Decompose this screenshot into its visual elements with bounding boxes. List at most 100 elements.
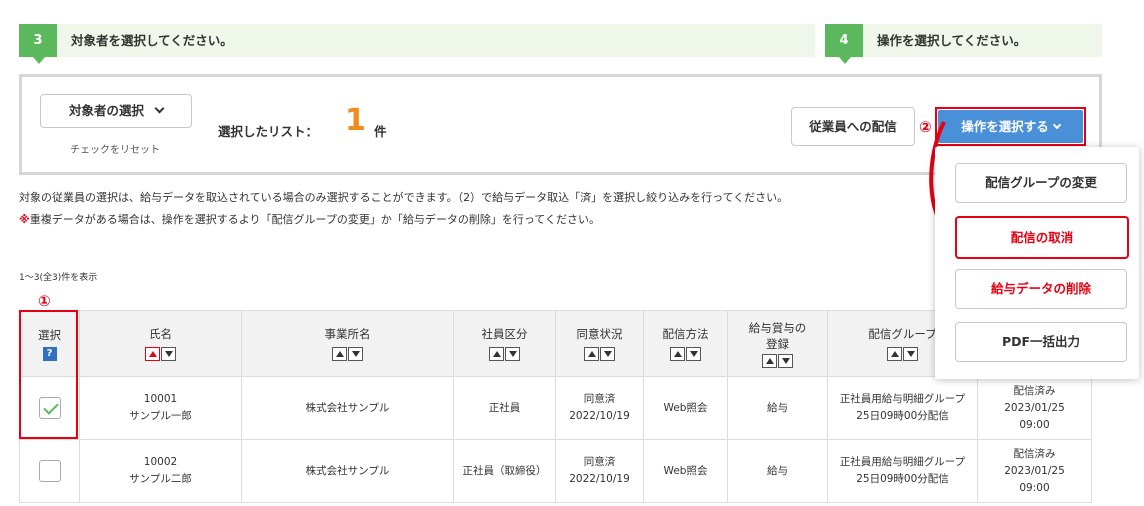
selected-count: 1 <box>345 103 366 138</box>
result-range: 1～3(全3)件を表示 <box>19 273 98 283</box>
sort-controls <box>80 347 241 361</box>
cell-group: 正社員用給与明細グループ 25日09時00分配信 <box>827 376 978 440</box>
group-name: 正社員用給与明細グループ <box>839 456 966 468</box>
header-name-label: 氏名 <box>149 327 172 341</box>
cell-office: 株式会社サンプル <box>241 439 454 503</box>
selected-list-label: 選択したリスト： <box>218 124 319 139</box>
reset-check-link[interactable]: チェックをリセット <box>70 141 160 156</box>
header-registration-line2: 登録 <box>766 336 789 351</box>
select-target-button[interactable]: 対象者の選択 <box>40 94 192 128</box>
cell-office: 株式会社サンプル <box>241 376 454 440</box>
header-consent: 同意状況 <box>555 310 644 377</box>
status-label: 配信済み <box>1013 384 1056 397</box>
cell-status: 配信済み 2023/01/25 09:00 <box>977 439 1092 503</box>
cell-consent: 同意済 2022/10/19 <box>555 376 644 440</box>
status-time: 09:00 <box>1019 481 1050 494</box>
step-3-number: 3 <box>19 24 57 64</box>
cell-method: Web照会 <box>643 439 728 503</box>
sort-asc-icon[interactable] <box>762 353 777 368</box>
note-mark: ※ <box>19 213 30 226</box>
operation-menu: 配信グループの変更 配信の取消 給与データの削除 PDF一括出力 <box>935 147 1139 379</box>
header-name: 氏名 <box>79 310 242 377</box>
employee-table: 選択 ? 氏名 事業所名 社員区分 同意状況 配信方法 給与賞与の 登録 配信グ… <box>19 310 1092 503</box>
sort-asc-icon[interactable] <box>584 347 599 361</box>
cell-consent: 同意済 2022/10/19 <box>555 439 644 503</box>
status-time: 09:00 <box>1019 418 1050 431</box>
sort-desc-icon[interactable] <box>348 347 363 361</box>
step-4-bar: 4 操作を選択してください。 <box>825 24 1102 64</box>
sort-asc-icon[interactable] <box>489 347 504 361</box>
note-line-2: ※重複データがある場合は、操作を選択するより「配信グループの変更」か「給与データ… <box>19 211 600 227</box>
consent-date: 2022/10/19 <box>569 473 630 485</box>
sort-controls <box>728 353 827 368</box>
header-type-label: 社員区分 <box>481 327 528 341</box>
sort-asc-icon[interactable] <box>145 347 160 361</box>
group-name: 正社員用給与明細グループ <box>839 393 966 405</box>
employee-id: 10002 <box>143 456 178 468</box>
table-row: 10001 サンプル一郎 株式会社サンプル 正社員 同意済 2022/10/19 W… <box>19 376 1092 440</box>
employee-name: サンプル一郎 <box>129 410 192 422</box>
consent-date: 2022/10/19 <box>569 410 630 422</box>
header-method: 配信方法 <box>643 310 728 377</box>
cell-registration: 給与 <box>727 376 828 440</box>
cell-type: 正社員（取締役） <box>453 439 556 503</box>
step-4-number: 4 <box>825 24 863 64</box>
annotation-marker-1: ① <box>38 292 51 310</box>
consent-status: 同意済 <box>583 393 616 405</box>
sort-desc-icon[interactable] <box>161 347 176 361</box>
sort-asc-icon[interactable] <box>332 347 347 361</box>
chevron-down-icon <box>1052 120 1061 130</box>
cell-registration: 給与 <box>727 439 828 503</box>
status-label: 配信済み <box>1013 447 1056 460</box>
header-office-label: 事業所名 <box>324 327 371 341</box>
selected-unit: 件 <box>374 124 387 139</box>
sort-desc-icon[interactable] <box>505 347 520 361</box>
group-schedule: 25日09時00分配信 <box>856 410 949 422</box>
cell-name: 10002 サンプル二郎 <box>79 439 242 503</box>
header-method-label: 配信方法 <box>662 327 709 341</box>
cell-method: Web照会 <box>643 376 728 440</box>
cell-group: 正社員用給与明細グループ 25日09時00分配信 <box>827 439 978 503</box>
note-line-2-text: 重複データがある場合は、操作を選択するより「配信グループの変更」か「給与データの… <box>29 213 600 226</box>
sort-desc-icon[interactable] <box>686 347 701 361</box>
select-target-label: 対象者の選択 <box>68 103 144 118</box>
table-row: 10002 サンプル二郎 株式会社サンプル 正社員（取締役） 同意済 2022/10… <box>19 439 1092 503</box>
sort-controls <box>644 347 727 361</box>
sort-controls <box>454 347 555 361</box>
status-date: 2023/01/25 <box>1004 464 1065 477</box>
note-line-1: 対象の従業員の選択は、給与データを取込されている場合のみ選択することができます。… <box>19 191 789 204</box>
step-3-text: 対象者を選択してください。 <box>71 33 233 48</box>
sort-asc-icon[interactable] <box>670 347 685 361</box>
employee-name: サンプル二郎 <box>129 473 192 485</box>
menu-pdf-export-button[interactable]: PDF一括出力 <box>955 322 1127 362</box>
group-schedule: 25日09時00分配信 <box>856 473 949 485</box>
select-operation-label: 操作を選択する <box>961 119 1049 134</box>
status-date: 2023/01/25 <box>1004 401 1065 414</box>
sort-desc-icon[interactable] <box>903 347 918 361</box>
menu-cancel-delivery-button[interactable]: 配信の取消 <box>955 216 1129 259</box>
step-3-bar: 3 対象者を選択してください。 <box>19 24 815 64</box>
row-select-cell <box>19 439 80 503</box>
cell-status: 配信済み 2023/01/25 09:00 <box>977 376 1092 440</box>
header-office: 事業所名 <box>241 310 454 377</box>
cell-name: 10001 サンプル一郎 <box>79 376 242 440</box>
deliver-to-employees-button[interactable]: 従業員への配信 <box>791 107 915 146</box>
sort-desc-icon[interactable] <box>600 347 615 361</box>
sort-desc-icon[interactable] <box>778 353 793 368</box>
header-registration-line1: 給与賞与の <box>748 320 807 335</box>
consent-status: 同意済 <box>583 456 616 468</box>
cell-type: 正社員 <box>453 376 556 440</box>
header-registration: 給与賞与の 登録 <box>727 310 828 377</box>
step-4-text: 操作を選択してください。 <box>877 33 1027 48</box>
table-header-row: 選択 ? 氏名 事業所名 社員区分 同意状況 配信方法 給与賞与の 登録 配信グ… <box>19 310 1092 377</box>
menu-delete-salary-data-button[interactable]: 給与データの削除 <box>955 269 1127 309</box>
sort-controls <box>556 347 643 361</box>
employee-id: 10001 <box>143 393 178 405</box>
chevron-down-icon <box>154 103 165 114</box>
header-type: 社員区分 <box>453 310 556 377</box>
header-consent-label: 同意状況 <box>576 327 623 341</box>
row-checkbox[interactable] <box>38 460 61 482</box>
sort-controls <box>242 347 453 361</box>
menu-change-group-button[interactable]: 配信グループの変更 <box>955 163 1127 203</box>
sort-asc-icon[interactable] <box>887 347 902 361</box>
